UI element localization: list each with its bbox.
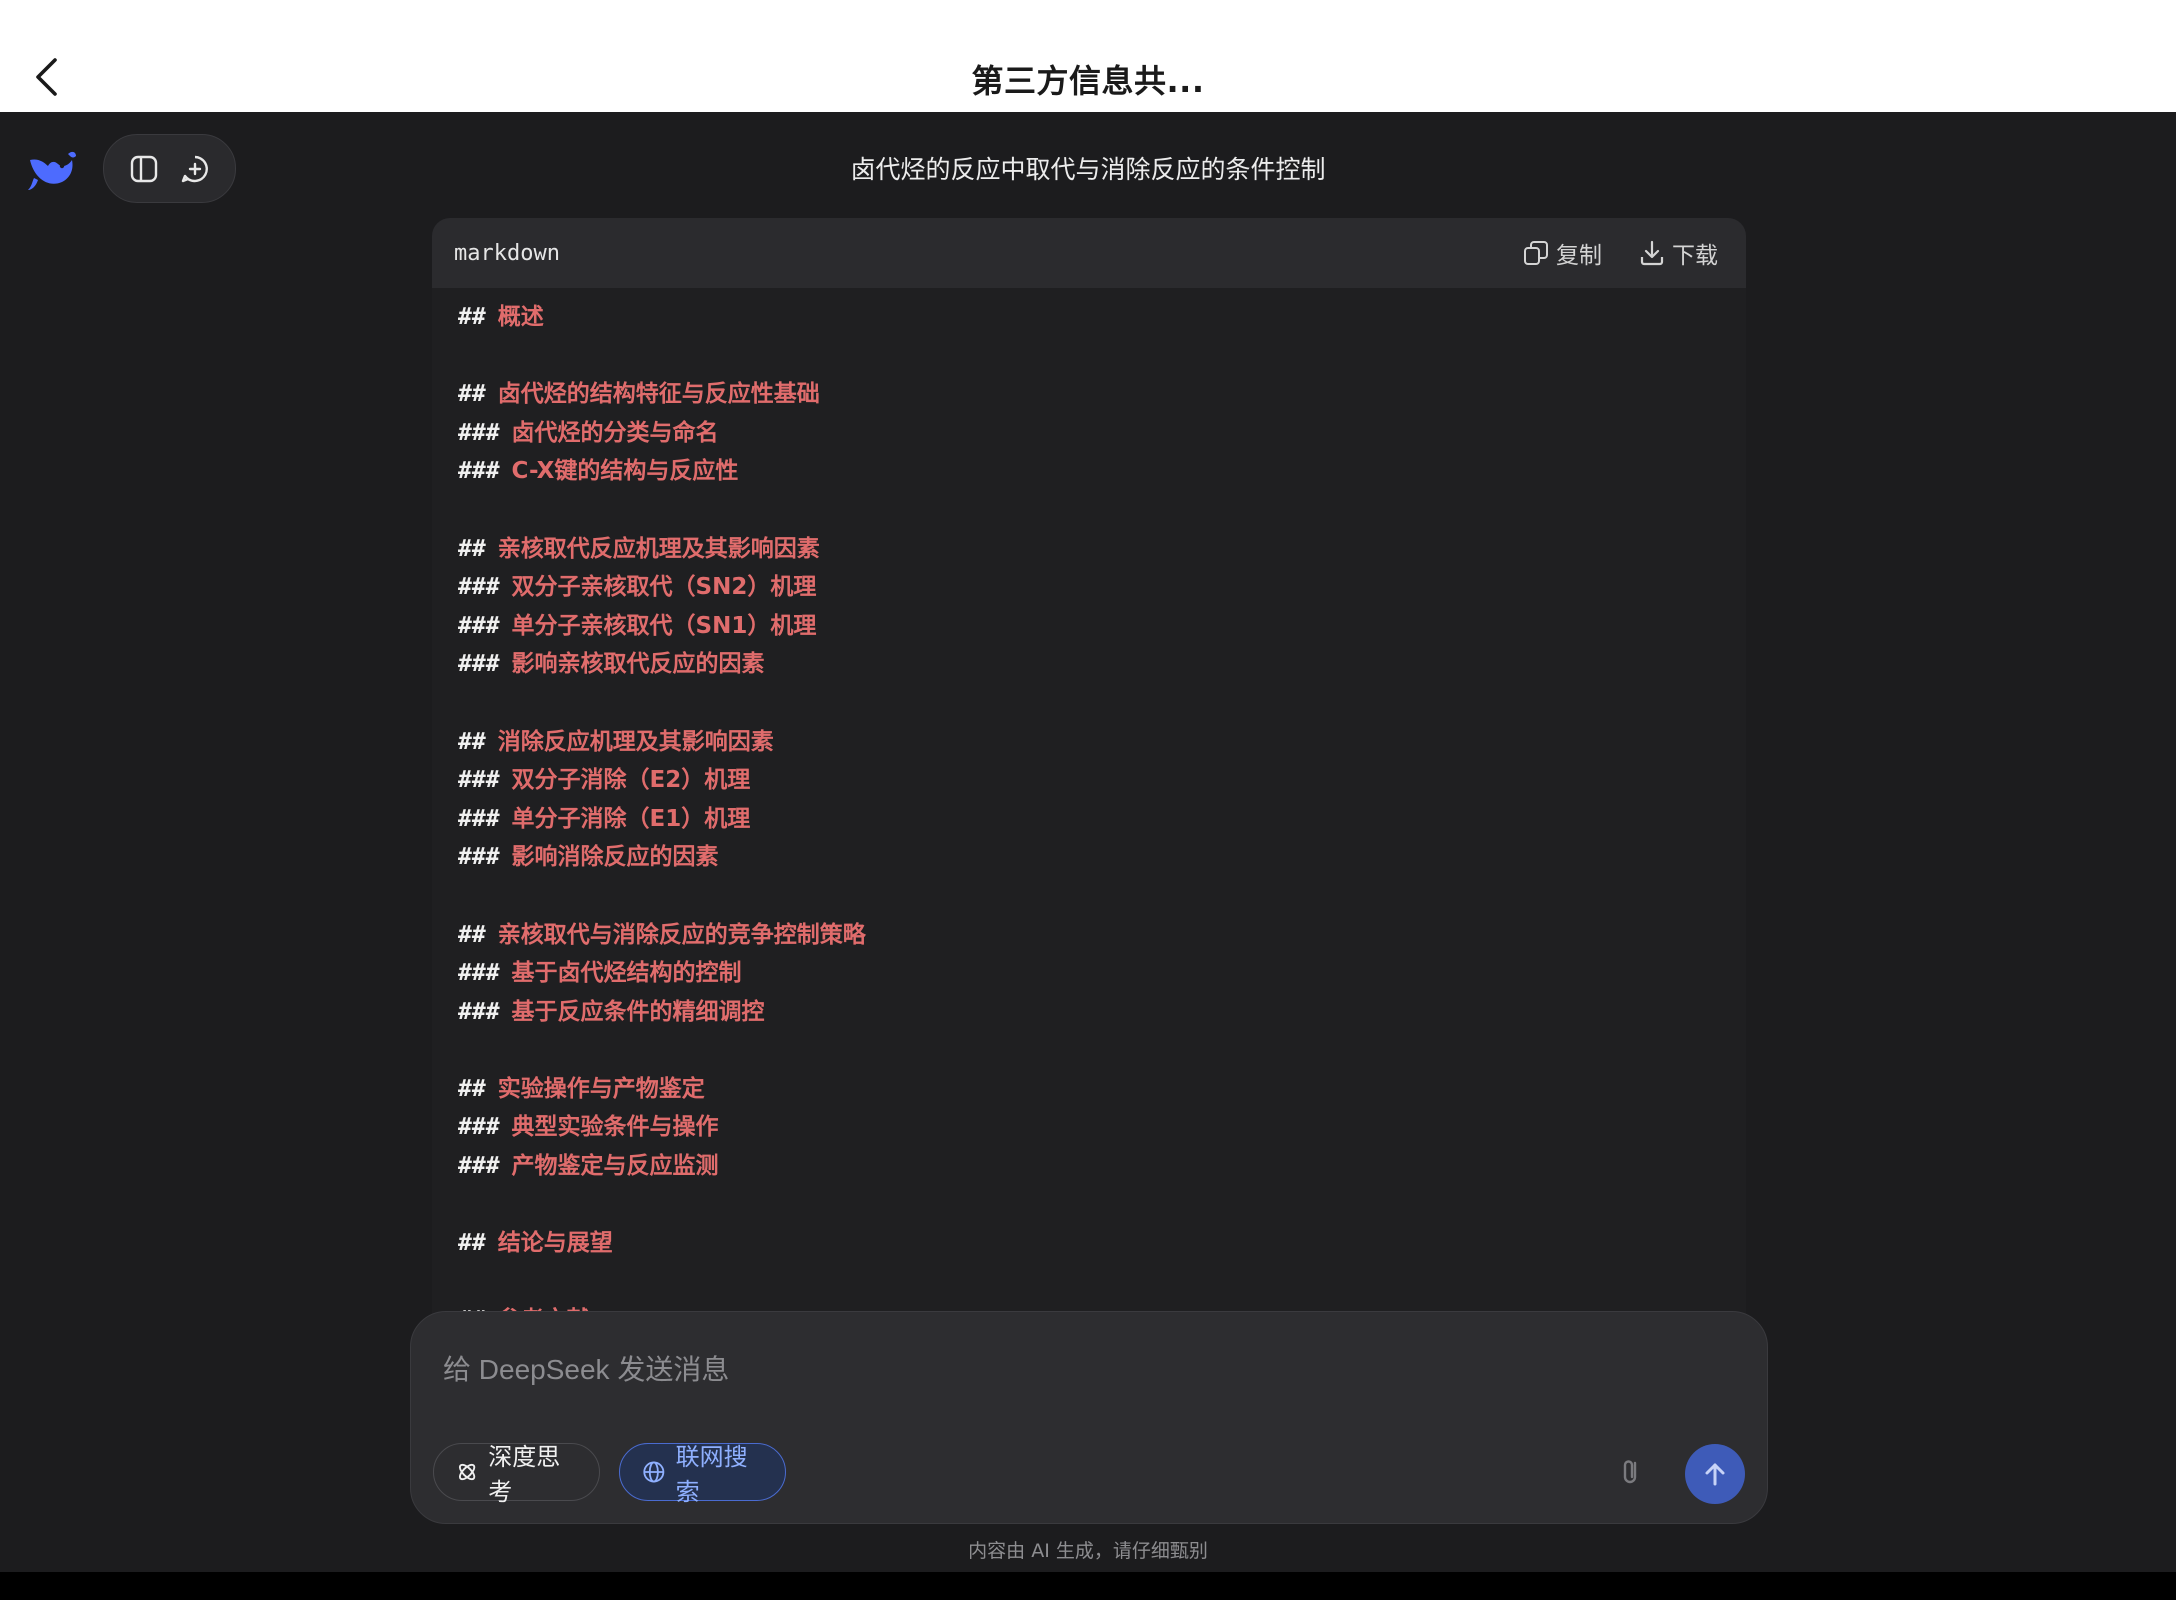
heading-marker: ## — [458, 1075, 486, 1102]
app-root: 第三方信息共... 卤代烃的反应中取代与消除反应的条件控制 markdown 复… — [0, 0, 2176, 1600]
code-line: ### 基于卤代烃结构的控制 — [458, 954, 1726, 993]
deep-think-label: 深度思考 — [488, 1443, 561, 1506]
paperclip-icon — [1623, 1460, 1637, 1484]
code-line: ## 结论与展望 — [458, 1224, 1726, 1263]
download-icon — [1640, 240, 1664, 266]
code-line: ### 产物鉴定与反应监测 — [458, 1147, 1726, 1186]
heading-marker: ## — [458, 1230, 486, 1257]
web-search-label: 联网搜索 — [675, 1443, 748, 1506]
code-line: ## 卤代烃的结构特征与反应性基础 — [458, 375, 1726, 414]
code-block-header: markdown 复制 下载 — [432, 218, 1746, 288]
code-line: ## 亲核取代与消除反应的竞争控制策略 — [458, 916, 1726, 955]
bottom-bar — [0, 1572, 2176, 1600]
copy-icon — [1524, 241, 1548, 265]
copy-label: 复制 — [1556, 243, 1602, 269]
heading-text: 结论与展望 — [497, 1230, 613, 1257]
code-line: ### 基于反应条件的精细调控 — [458, 993, 1726, 1032]
heading-text: 双分子消除（E2）机理 — [511, 767, 751, 794]
heading-marker: ## — [458, 921, 486, 948]
code-line: ## 实验操作与产物鉴定 — [458, 1070, 1726, 1109]
heading-marker: ### — [458, 805, 500, 832]
code-line: ## 亲核取代反应机理及其影响因素 — [458, 530, 1726, 569]
heading-marker: ### — [458, 651, 500, 678]
heading-text: 影响消除反应的因素 — [511, 844, 719, 871]
arrow-up-icon — [1705, 1463, 1725, 1486]
heading-marker: ### — [458, 458, 500, 485]
conversation-title: 卤代烃的反应中取代与消除反应的条件控制 — [850, 155, 1326, 184]
send-button[interactable] — [1685, 1444, 1745, 1504]
download-button[interactable]: 下载 — [1638, 236, 1718, 270]
heading-marker: ### — [458, 1114, 500, 1141]
code-line: ### 单分子消除（E1）机理 — [458, 800, 1726, 839]
heading-text: 影响亲核取代反应的因素 — [511, 651, 765, 678]
download-label: 下载 — [1672, 243, 1718, 269]
heading-text: 双分子亲核取代（SN2）机理 — [511, 574, 817, 601]
deep-think-icon — [459, 1463, 476, 1481]
code-language-label: markdown — [454, 240, 560, 266]
code-line: ### 双分子亲核取代（SN2）机理 — [458, 568, 1726, 607]
heading-text: 亲核取代与消除反应的竞争控制策略 — [497, 921, 866, 948]
heading-text: 消除反应机理及其影响因素 — [497, 728, 774, 755]
code-line: ### 影响消除反应的因素 — [458, 838, 1726, 877]
code-line: ### 双分子消除（E2）机理 — [458, 761, 1726, 800]
heading-text: 卤代烃的分类与命名 — [511, 419, 719, 446]
page-title: 第三方信息共... — [971, 62, 1205, 100]
message-composer: 深度思考 联网搜索 — [410, 1311, 1768, 1524]
heading-marker: ### — [458, 1153, 500, 1180]
heading-text: 典型实验条件与操作 — [511, 1114, 719, 1141]
code-content: ## 概述 ## 卤代烃的结构特征与反应性基础 ### 卤代烃的分类与命名 ### C-X键的… — [458, 298, 1726, 1318]
heading-marker: ### — [458, 574, 500, 601]
code-line: ### 典型实验条件与操作 — [458, 1108, 1726, 1147]
heading-marker: ### — [458, 767, 500, 794]
code-line: ### 影响亲核取代反应的因素 — [458, 645, 1726, 684]
ai-disclaimer: 内容由 AI 生成，请仔细甄别 — [968, 1540, 1208, 1562]
heading-text: 单分子亲核取代（SN1）机理 — [511, 612, 817, 639]
attach-button[interactable] — [1615, 1455, 1649, 1489]
heading-marker: ### — [458, 419, 500, 446]
heading-marker: ## — [458, 535, 486, 562]
heading-text: C-X键的结构与反应性 — [511, 458, 739, 485]
heading-text: 亲核取代反应机理及其影响因素 — [497, 535, 820, 562]
heading-text: 卤代烃的结构特征与反应性基础 — [497, 381, 820, 408]
code-line: ### 卤代烃的分类与命名 — [458, 414, 1726, 453]
code-line: ## 消除反应机理及其影响因素 — [458, 723, 1726, 762]
code-block: markdown 复制 下载 ## 概述 ## 卤代烃的结构特征与反应性基础 #… — [432, 218, 1746, 1318]
heading-marker: ### — [458, 844, 500, 871]
heading-text: 基于卤代烃结构的控制 — [511, 960, 742, 987]
heading-marker: ### — [458, 612, 500, 639]
code-line: ### C-X键的结构与反应性 — [458, 452, 1726, 491]
heading-marker: ## — [458, 304, 486, 330]
top-header: 第三方信息共... — [0, 0, 2176, 112]
deep-think-toggle[interactable]: 深度思考 — [433, 1443, 600, 1506]
heading-text: 产物鉴定与反应监测 — [511, 1153, 719, 1180]
heading-text: 概述 — [497, 304, 544, 330]
heading-text: 单分子消除（E1）机理 — [511, 805, 751, 832]
globe-icon — [643, 1461, 665, 1483]
message-input[interactable] — [443, 1340, 1733, 1400]
heading-text: 基于反应条件的精细调控 — [511, 998, 765, 1025]
heading-marker: ### — [458, 960, 500, 987]
code-line: ### 单分子亲核取代（SN1）机理 — [458, 607, 1726, 646]
copy-button[interactable]: 复制 — [1522, 236, 1602, 270]
heading-marker: ## — [458, 381, 486, 408]
code-line: ## 概述 — [458, 298, 1726, 337]
heading-marker: ### — [458, 998, 500, 1025]
heading-text: 实验操作与产物鉴定 — [497, 1075, 705, 1102]
heading-marker: ## — [458, 728, 486, 755]
web-search-toggle[interactable]: 联网搜索 — [619, 1443, 786, 1506]
